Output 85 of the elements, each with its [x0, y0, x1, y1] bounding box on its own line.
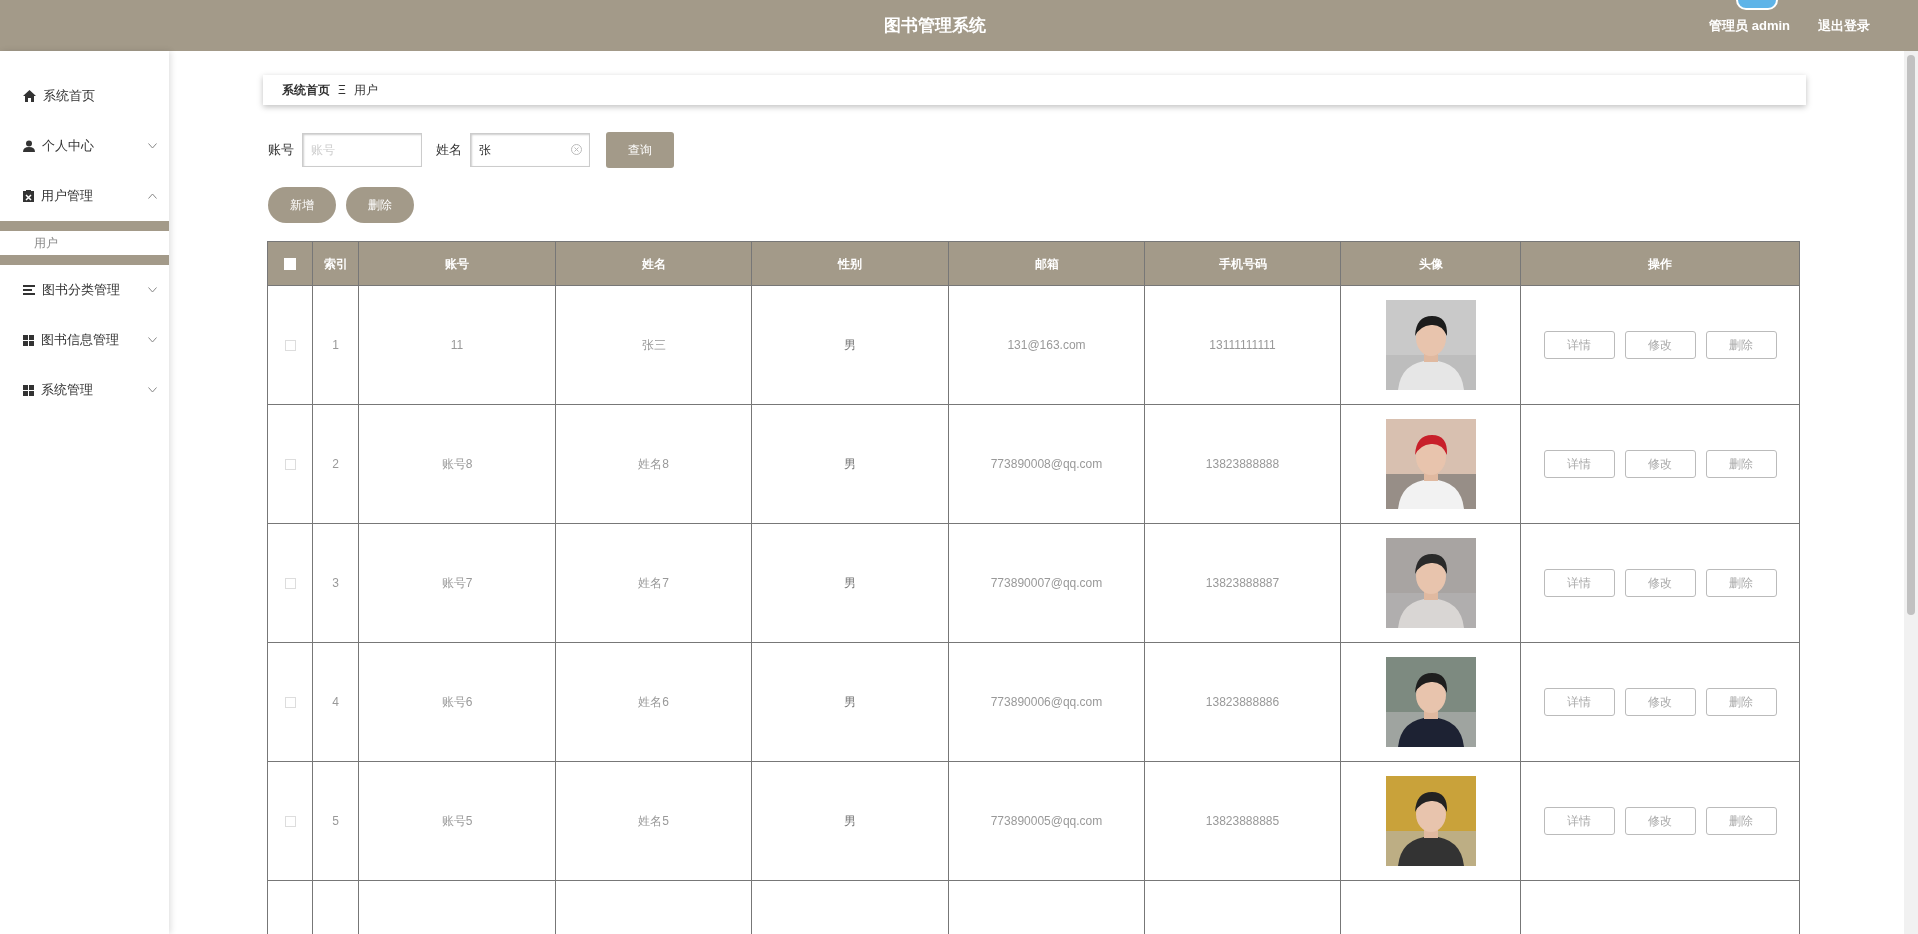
- table-cell-text: 5: [332, 813, 339, 830]
- table-cell-text: 姓名5: [638, 813, 669, 830]
- menu-item[interactable]: 图书分类管理: [0, 265, 169, 315]
- logout-link[interactable]: 退出登录: [1818, 15, 1870, 36]
- home-icon: [23, 90, 36, 102]
- input-field[interactable]: 张: [470, 133, 590, 167]
- table-cell-text: 1: [332, 337, 339, 354]
- table-cell-text: 3: [332, 575, 339, 592]
- row-checkbox[interactable]: [284, 696, 296, 708]
- details-button[interactable]: 详情: [1543, 569, 1615, 597]
- table-cell-text: 13111111111: [1209, 337, 1276, 354]
- delete-button[interactable]: 删除: [1705, 331, 1777, 359]
- column-header: 头像: [1341, 242, 1521, 285]
- menu-item[interactable]: 个人中心: [0, 121, 169, 171]
- table-cell-text: 2: [332, 456, 339, 473]
- column-header: 操作: [1647, 255, 1673, 273]
- column-header: 账号: [359, 242, 556, 285]
- row-checkbox[interactable]: [284, 339, 296, 351]
- column-header: 邮箱: [949, 242, 1145, 285]
- table-cell-text: 账号8: [441, 456, 473, 473]
- delete-button[interactable]: 删除: [1705, 688, 1777, 716]
- column-header: 手机号码: [1145, 242, 1341, 285]
- search-button[interactable]: 查询: [606, 132, 674, 168]
- add-button[interactable]: 新增: [268, 187, 336, 223]
- table-cell-text: 4: [332, 694, 339, 711]
- table-cell-text: 773890008@qq.com: [990, 456, 1103, 473]
- table-cell-text: 13823888888: [1205, 456, 1280, 473]
- table-cell-text: 账号5: [441, 813, 473, 830]
- edit-button[interactable]: 修改: [1624, 450, 1696, 478]
- row-checkbox[interactable]: [284, 577, 296, 589]
- delete-button[interactable]: 删除: [1705, 807, 1777, 835]
- table-cell-text: 男: [844, 575, 856, 592]
- field-label: 姓名: [436, 141, 462, 160]
- clear-icon[interactable]: [571, 144, 582, 155]
- details-button[interactable]: 详情: [1543, 807, 1615, 835]
- column-header: 姓名: [556, 242, 752, 285]
- details-button[interactable]: 详情: [1543, 688, 1615, 716]
- user-name: 管理员 admin: [1709, 16, 1790, 35]
- table-cell-text: 男: [844, 456, 856, 473]
- table-cell-text: 男: [844, 337, 856, 354]
- table-cell-text: 11: [450, 337, 464, 354]
- details-button[interactable]: 详情: [1543, 450, 1615, 478]
- table-cell-text: 13823888887: [1205, 575, 1280, 592]
- menu-item[interactable]: 系统首页: [0, 71, 169, 121]
- table-cell-text: 13823888885: [1205, 813, 1280, 830]
- edit-button[interactable]: 修改: [1624, 807, 1696, 835]
- app-title: 图书管理系统: [883, 14, 986, 37]
- details-button[interactable]: 详情: [1543, 331, 1615, 359]
- table-cell-text: 姓名7: [638, 575, 669, 592]
- menu-item[interactable]: 用户管理: [0, 171, 169, 221]
- person-icon: [23, 140, 35, 152]
- grid-icon: [23, 384, 34, 396]
- edit-button[interactable]: 修改: [1624, 569, 1696, 597]
- table-cell-text: 姓名8: [638, 456, 669, 473]
- row-checkbox[interactable]: [284, 458, 296, 470]
- table-cell-text: 131@163.com: [1007, 337, 1086, 354]
- avatar-icon: [1736, 0, 1778, 10]
- delete-button[interactable]: 删除: [346, 187, 414, 223]
- clipboard-icon: [23, 190, 34, 202]
- delete-button[interactable]: 删除: [1705, 450, 1777, 478]
- breadcrumb-link[interactable]: 系统首页: [282, 81, 330, 99]
- column-header: 性别: [752, 242, 949, 285]
- table-cell-text: 账号7: [441, 575, 473, 592]
- field-label: 账号: [268, 141, 294, 160]
- delete-button[interactable]: 删除: [1705, 569, 1777, 597]
- table-cell-text: 男: [844, 813, 856, 830]
- menu-item[interactable]: 图书信息管理: [0, 315, 169, 365]
- list-icon: [23, 285, 35, 295]
- table-cell-text: 账号6: [441, 694, 473, 711]
- edit-button[interactable]: 修改: [1624, 688, 1696, 716]
- breadcrumb-separator: Ξ: [338, 82, 346, 99]
- table-cell-text: 773890005@qq.com: [990, 813, 1103, 830]
- table-cell-text: 773890007@qq.com: [990, 575, 1103, 592]
- menu-item[interactable]: 系统管理: [0, 365, 169, 415]
- table-cell-text: 773890006@qq.com: [990, 694, 1103, 711]
- select-all-checkbox[interactable]: [284, 257, 296, 270]
- table-cell-text: 13823888886: [1205, 694, 1280, 711]
- edit-button[interactable]: 修改: [1624, 331, 1696, 359]
- grid-icon: [23, 334, 34, 346]
- row-checkbox[interactable]: [284, 815, 296, 827]
- breadcrumb-link[interactable]: 用户: [353, 81, 378, 99]
- table-cell-text: 张三: [641, 337, 666, 354]
- column-header: 索引: [313, 242, 359, 285]
- table-cell-text: 姓名6: [638, 694, 669, 711]
- table-cell-text: 男: [844, 694, 856, 711]
